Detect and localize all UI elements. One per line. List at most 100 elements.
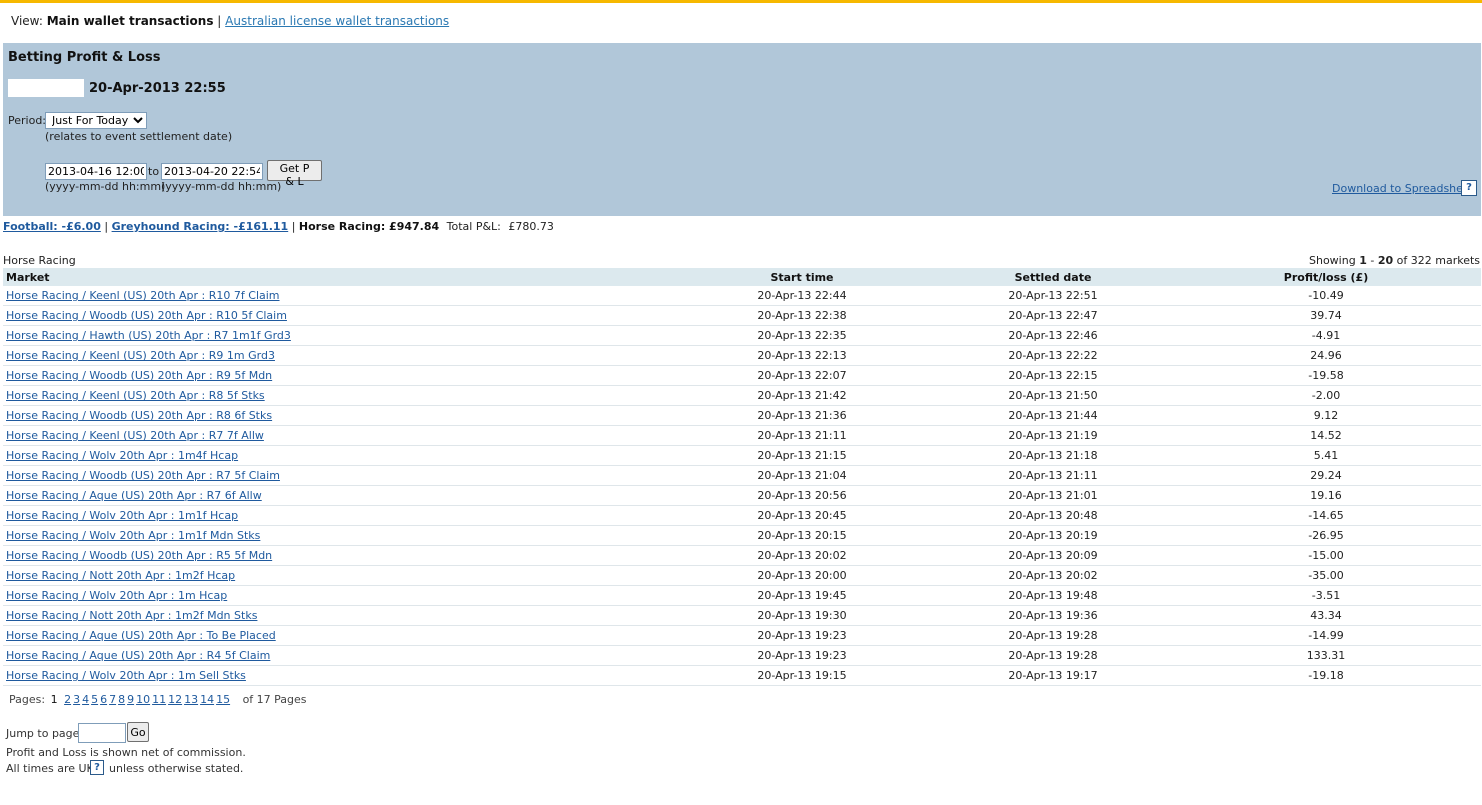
page-link[interactable]: 2 <box>64 693 71 706</box>
table-cell: -3.51 <box>1171 585 1481 606</box>
table-cell: -19.58 <box>1171 365 1481 386</box>
page-link[interactable]: 5 <box>91 693 98 706</box>
header-start-time[interactable]: Start time <box>669 268 935 286</box>
go-button[interactable]: Go <box>127 722 149 742</box>
settled-date-cell: 20-Apr-13 21:19 <box>1008 429 1098 442</box>
page-title: Betting Profit & Loss <box>8 50 161 65</box>
profit-loss-cell: 19.16 <box>1310 489 1342 502</box>
showing-suffix: of 322 markets <box>1396 254 1480 267</box>
market-link[interactable]: Horse Racing / Wolv 20th Apr : 1m Hcap <box>6 589 227 602</box>
table-cell: -15.00 <box>1171 545 1481 566</box>
market-link[interactable]: Horse Racing / Hawth (US) 20th Apr : R7 … <box>6 329 291 342</box>
current-page: 1 <box>50 693 58 706</box>
greyhound-total-link[interactable]: Greyhound Racing: -£161.11 <box>112 220 289 233</box>
view-label: View: <box>11 14 43 28</box>
table-cell: 29.24 <box>1171 465 1481 486</box>
page-link[interactable]: 11 <box>152 693 166 706</box>
profit-loss-cell: 14.52 <box>1310 429 1342 442</box>
start-time-cell: 20-Apr-13 20:15 <box>757 529 847 542</box>
market-link[interactable]: Horse Racing / Wolv 20th Apr : 1m4f Hcap <box>6 449 238 462</box>
help-icon[interactable]: ? <box>1461 180 1477 196</box>
market-link[interactable]: Horse Racing / Keenl (US) 20th Apr : R10… <box>6 289 280 302</box>
market-link[interactable]: Horse Racing / Woodb (US) 20th Apr : R9 … <box>6 369 272 382</box>
to-date-input[interactable] <box>161 163 263 180</box>
header-settled-date[interactable]: Settled date <box>935 268 1171 286</box>
table-cell: Horse Racing / Woodb (US) 20th Apr : R5 … <box>3 545 669 566</box>
section-title: Horse Racing <box>3 254 76 267</box>
market-link[interactable]: Horse Racing / Keenl (US) 20th Apr : R8 … <box>6 389 265 402</box>
download-spreadsheet-link[interactable]: Download to Spreadsheet <box>1332 182 1474 195</box>
table-cell: -19.18 <box>1171 665 1481 686</box>
market-link[interactable]: Horse Racing / Woodb (US) 20th Apr : R7 … <box>6 469 280 482</box>
timezone-help-icon[interactable]: ? <box>90 760 104 775</box>
header-profit-loss[interactable]: Profit/loss (£) <box>1171 268 1481 286</box>
table-cell: 20-Apr-13 21:11 <box>935 465 1171 486</box>
football-total-link[interactable]: Football: -£6.00 <box>3 220 101 233</box>
table-cell: 20-Apr-13 21:42 <box>669 385 935 406</box>
page-link[interactable]: 4 <box>82 693 89 706</box>
page-link[interactable]: 6 <box>100 693 107 706</box>
market-link[interactable]: Horse Racing / Keenl (US) 20th Apr : R9 … <box>6 349 275 362</box>
page-link[interactable]: 12 <box>168 693 182 706</box>
page-link[interactable]: 15 <box>216 693 230 706</box>
profit-loss-cell: -19.58 <box>1308 369 1344 382</box>
page-link[interactable]: 10 <box>136 693 150 706</box>
market-link[interactable]: Horse Racing / Woodb (US) 20th Apr : R5 … <box>6 549 272 562</box>
from-format-hint: (yyyy-mm-dd hh:mm) <box>45 180 166 193</box>
table-cell: 20-Apr-13 22:22 <box>935 345 1171 366</box>
pagination: Pages: 1 2 3 4 5 6 7 8 9 10 11 12 13 14 15 of 17 Page… <box>9 693 307 706</box>
page-link[interactable]: 14 <box>200 693 214 706</box>
table-cell: 20-Apr-13 19:23 <box>669 625 935 646</box>
market-link[interactable]: Horse Racing / Wolv 20th Apr : 1m1f Mdn … <box>6 529 260 542</box>
market-link[interactable]: Horse Racing / Wolv 20th Apr : 1m Sell S… <box>6 669 246 682</box>
page-link[interactable]: 7 <box>109 693 116 706</box>
settled-date-cell: 20-Apr-13 21:50 <box>1008 389 1098 402</box>
market-link[interactable]: Horse Racing / Nott 20th Apr : 1m2f Hcap <box>6 569 235 582</box>
table-cell: 5.41 <box>1171 445 1481 466</box>
page-link[interactable]: 9 <box>127 693 134 706</box>
profit-loss-cell: 29.24 <box>1310 469 1342 482</box>
table-cell: 20-Apr-13 20:15 <box>669 525 935 546</box>
market-link[interactable]: Horse Racing / Aque (US) 20th Apr : R4 5… <box>6 649 270 662</box>
market-link[interactable]: Horse Racing / Aque (US) 20th Apr : R7 6… <box>6 489 262 502</box>
markets-table: Market Start time Settled date Profit/lo… <box>3 268 1481 686</box>
table-row: Horse Racing / Woodb (US) 20th Apr : R7 … <box>3 465 1481 486</box>
showing-start: 1 <box>1359 254 1367 267</box>
settled-date-cell: 20-Apr-13 20:02 <box>1008 569 1098 582</box>
page-link[interactable]: 8 <box>118 693 125 706</box>
market-link[interactable]: Horse Racing / Keenl (US) 20th Apr : R7 … <box>6 429 264 442</box>
start-time-cell: 20-Apr-13 22:38 <box>757 309 847 322</box>
jump-page-input[interactable] <box>78 723 126 743</box>
period-note: (relates to event settlement date) <box>45 130 233 143</box>
market-link[interactable]: Horse Racing / Woodb (US) 20th Apr : R10… <box>6 309 287 322</box>
start-time-cell: 20-Apr-13 21:42 <box>757 389 847 402</box>
start-time-cell: 20-Apr-13 21:11 <box>757 429 847 442</box>
period-select[interactable]: Just For Today <box>45 112 147 129</box>
filter-panel: Betting Profit & Loss 20-Apr-2013 22:55 … <box>3 43 1481 216</box>
horse-racing-total: Horse Racing: £947.84 <box>298 220 440 233</box>
pages-label: Pages: <box>9 693 46 706</box>
table-row: Horse Racing / Aque (US) 20th Apr : R7 6… <box>3 485 1481 506</box>
start-time-cell: 20-Apr-13 19:30 <box>757 609 847 622</box>
market-link[interactable]: Horse Racing / Wolv 20th Apr : 1m1f Hcap <box>6 509 238 522</box>
market-link[interactable]: Horse Racing / Nott 20th Apr : 1m2f Mdn … <box>6 609 257 622</box>
settled-date-cell: 20-Apr-13 19:28 <box>1008 649 1098 662</box>
showing-dash: - <box>1370 254 1375 267</box>
page-link[interactable]: 3 <box>73 693 80 706</box>
get-pl-button[interactable]: Get P & L <box>267 160 322 188</box>
market-link[interactable]: Horse Racing / Woodb (US) 20th Apr : R8 … <box>6 409 272 422</box>
table-cell: 20-Apr-13 21:36 <box>669 405 935 426</box>
australian-wallet-link[interactable]: Australian license wallet transactions <box>225 14 449 28</box>
profit-loss-cell: 39.74 <box>1310 309 1342 322</box>
page-link[interactable]: 13 <box>184 693 198 706</box>
settled-date-cell: 20-Apr-13 19:48 <box>1008 589 1098 602</box>
table-cell: 20-Apr-13 20:48 <box>935 505 1171 526</box>
market-link[interactable]: Horse Racing / Aque (US) 20th Apr : To B… <box>6 629 276 642</box>
table-cell: 43.34 <box>1171 605 1481 626</box>
table-row: Horse Racing / Wolv 20th Apr : 1m Sell S… <box>3 665 1481 686</box>
settled-date-cell: 20-Apr-13 22:22 <box>1008 349 1098 362</box>
from-date-input[interactable] <box>45 163 147 180</box>
to-label: to <box>148 165 160 178</box>
showing-end: 20 <box>1377 254 1394 267</box>
header-market[interactable]: Market <box>3 268 669 286</box>
